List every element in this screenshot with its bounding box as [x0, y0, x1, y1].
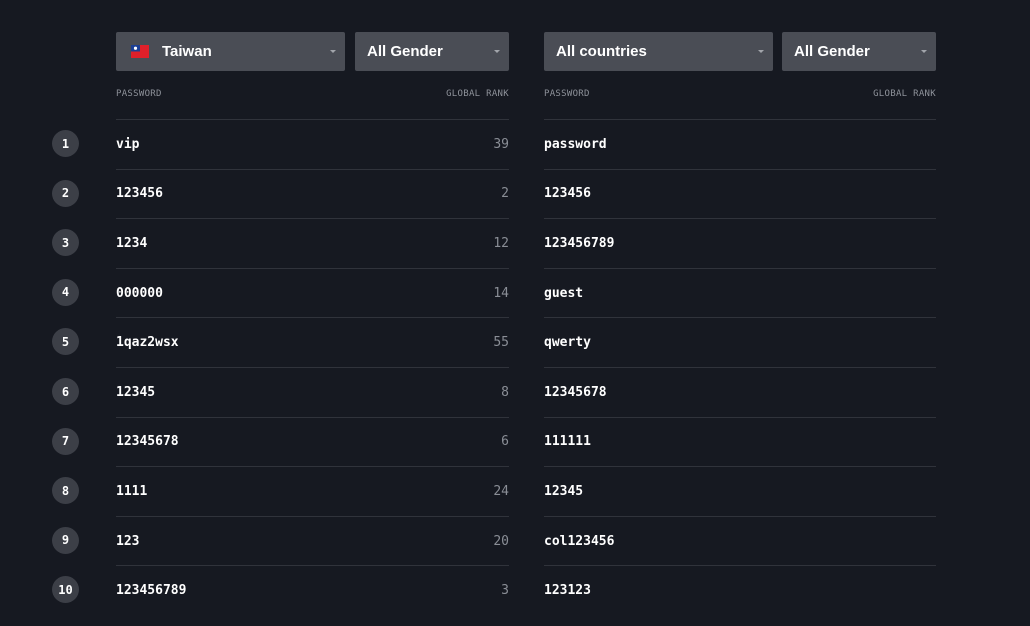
right-table-row: 123456789	[544, 218, 936, 268]
left-table-row: 123 20	[116, 515, 509, 566]
password-value: 123	[116, 533, 140, 549]
password-value: qwerty	[544, 335, 591, 351]
password-value: guest	[544, 285, 584, 301]
global-rank-value: 20	[493, 533, 509, 549]
left-table-row: 1qaz2wsx 55	[116, 317, 509, 367]
rank-badge: 4	[52, 278, 79, 306]
rank-badge: 6	[52, 378, 79, 405]
password-comparison-page: Taiwan All Gender All countries All Gend…	[0, 0, 1030, 626]
country-select-right-value: All countries	[556, 43, 647, 60]
right-global-rank-header: GLOBAL RANK	[873, 89, 936, 99]
taiwan-flag-icon	[131, 45, 149, 58]
country-select-left[interactable]: Taiwan	[116, 32, 345, 71]
password-value: vip	[116, 136, 140, 152]
rank-badge: 1	[52, 130, 79, 157]
chevron-down-icon	[921, 50, 927, 53]
global-rank-value: 3	[501, 583, 509, 599]
rank-badge: 10	[52, 576, 79, 604]
password-value: 123456789	[116, 583, 187, 599]
left-table-row: 12345678 6	[116, 416, 509, 467]
global-rank-value: 8	[501, 384, 509, 400]
chevron-down-icon	[330, 50, 336, 53]
right-table-row: 123456	[544, 168, 936, 219]
global-rank-value: 14	[493, 285, 509, 301]
country-select-right[interactable]: All countries	[544, 32, 773, 71]
left-table-row: 123456 2	[116, 168, 509, 219]
right-table-row: 123123	[544, 565, 936, 615]
right-table-row: qwerty	[544, 317, 936, 367]
left-table-row: 123456789 3	[116, 565, 509, 615]
password-value: password	[544, 136, 607, 152]
password-value: 12345678	[544, 384, 607, 400]
global-rank-value: 12	[493, 235, 509, 251]
left-table-row: 1234 12	[116, 218, 509, 268]
rank-badge: 8	[52, 477, 79, 505]
right-password-header: PASSWORD	[544, 89, 590, 99]
password-value: 12345678	[116, 434, 179, 450]
rank-badge: 2	[52, 179, 79, 207]
global-rank-value: 24	[493, 483, 509, 499]
left-table-row: vip 39	[116, 119, 509, 169]
country-select-left-value: Taiwan	[162, 43, 212, 60]
password-value: 1234	[116, 235, 148, 251]
left-table-row: 1111 24	[116, 466, 509, 516]
password-value: 123123	[544, 583, 591, 599]
password-value: 12345	[116, 384, 156, 400]
password-value: 12345	[544, 483, 584, 499]
rank-badge: 5	[52, 328, 79, 356]
chevron-down-icon	[494, 50, 500, 53]
right-table-row: guest	[544, 267, 936, 318]
gender-select-right[interactable]: All Gender	[782, 32, 936, 71]
left-table-row: 12345 8	[116, 367, 509, 417]
gender-select-left[interactable]: All Gender	[355, 32, 509, 71]
password-value: 1qaz2wsx	[116, 335, 179, 351]
global-rank-value: 6	[501, 434, 509, 450]
password-value: 111111	[544, 434, 591, 450]
rank-badge: 9	[52, 526, 79, 554]
password-value: col123456	[544, 533, 615, 549]
rank-badge: 3	[52, 229, 79, 257]
password-value: 123456	[544, 186, 591, 202]
global-rank-value: 55	[493, 335, 509, 351]
right-table-row: 111111	[544, 416, 936, 467]
gender-select-right-value: All Gender	[794, 43, 870, 60]
gender-select-left-value: All Gender	[367, 43, 443, 60]
right-table-row: 12345	[544, 466, 936, 516]
right-table-row: password	[544, 119, 936, 169]
right-table-row: 12345678	[544, 367, 936, 417]
right-table-row: col123456	[544, 515, 936, 566]
chevron-down-icon	[758, 50, 764, 53]
left-global-rank-header: GLOBAL RANK	[446, 89, 509, 99]
password-value: 000000	[116, 285, 163, 301]
password-value: 1111	[116, 483, 148, 499]
global-rank-value: 2	[501, 186, 509, 202]
left-table-row: 000000 14	[116, 267, 509, 318]
global-rank-value: 39	[493, 136, 509, 152]
rank-badge: 7	[52, 427, 79, 455]
left-password-header: PASSWORD	[116, 89, 162, 99]
password-value: 123456789	[544, 235, 615, 251]
password-value: 123456	[116, 186, 163, 202]
